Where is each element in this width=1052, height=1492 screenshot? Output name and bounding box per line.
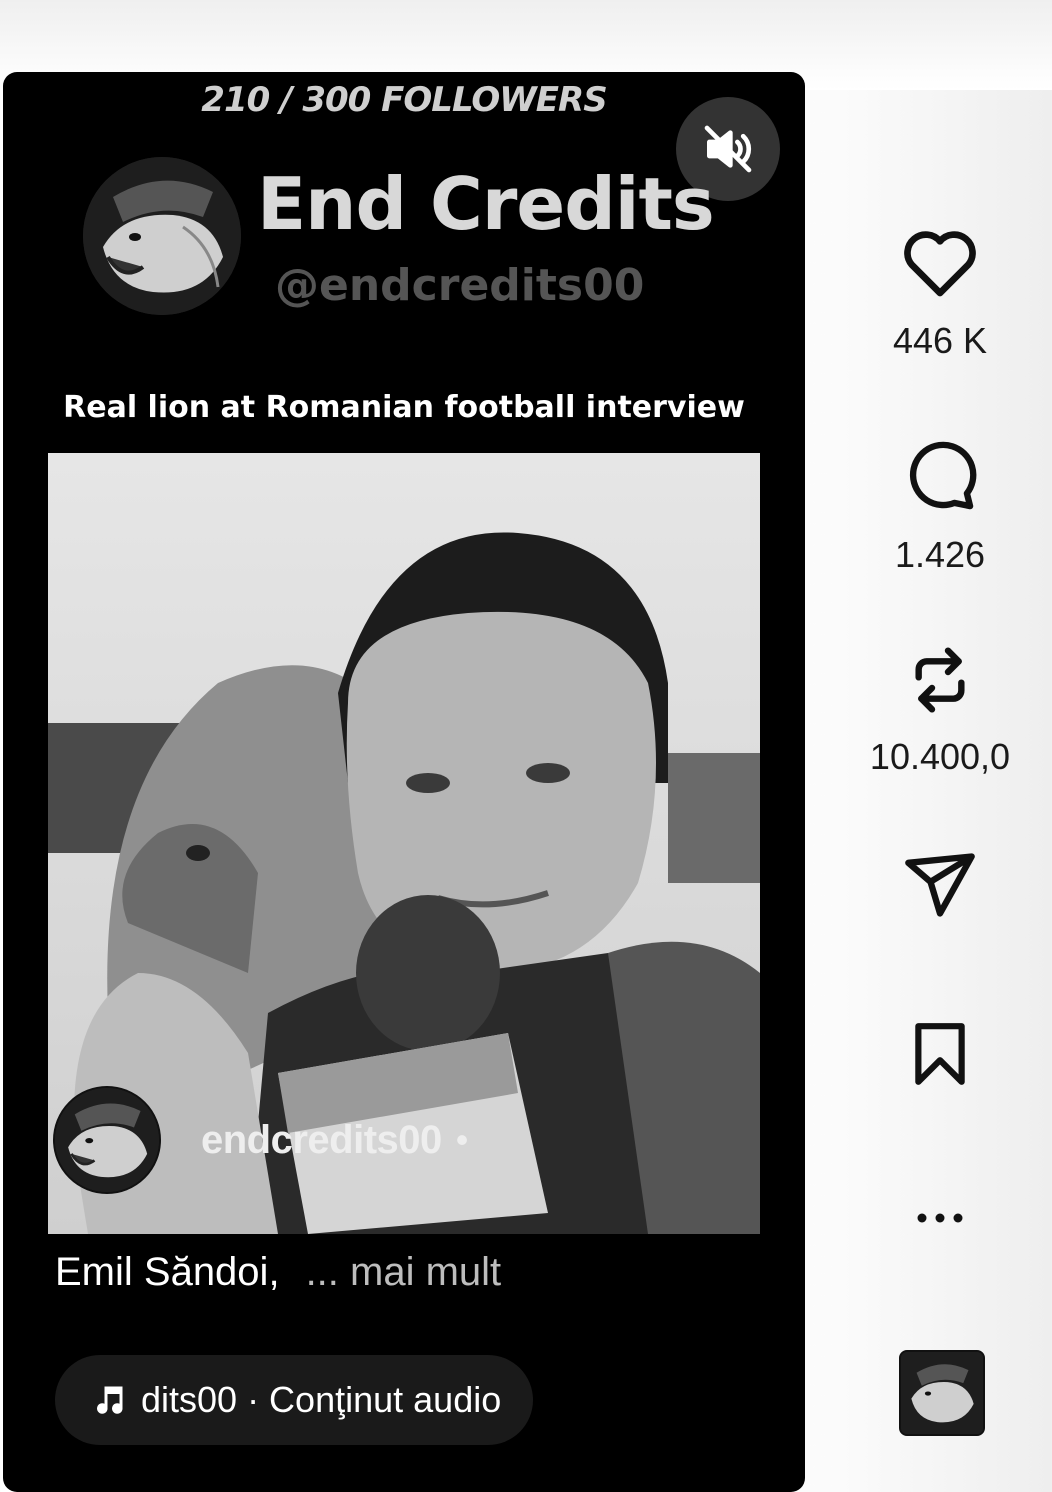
caption-more-link[interactable]: ... mai mult [306, 1250, 502, 1294]
repost-action[interactable]: 10.400,0 [850, 644, 1030, 778]
repost-icon[interactable] [908, 644, 972, 716]
paper-plane-icon[interactable] [902, 850, 978, 920]
video-title: Real lion at Romanian football interview [63, 390, 745, 425]
comment-action[interactable]: 1.426 [850, 438, 1030, 576]
audio-thumbnail[interactable] [899, 1350, 985, 1436]
like-action[interactable]: 446 K [850, 226, 1030, 362]
music-note-icon [97, 1386, 123, 1414]
save-action[interactable] [850, 1020, 1030, 1088]
comment-count: 1.426 [894, 534, 986, 575]
caption-text: Emil Săndoi, [55, 1250, 280, 1294]
caption: Emil Săndoi, ... mai mult [55, 1250, 501, 1295]
bookmark-icon[interactable] [909, 1020, 971, 1088]
comment-bubble-icon[interactable] [901, 438, 979, 514]
more-action[interactable] [850, 1208, 1030, 1228]
more-dots-icon[interactable] [910, 1208, 970, 1228]
repost-count: 10.400,0 [869, 736, 1011, 777]
like-count: 446 K [892, 320, 988, 361]
action-rail: 446 K 1.426 10.400,0 [850, 0, 1030, 1483]
reel-card[interactable]: 210 / 300 FOLLOWERS End Credits @endcred… [3, 72, 805, 1492]
audio-label: dits00 · Conţinut audio [141, 1379, 502, 1420]
followers-banner: 210 / 300 FOLLOWERS [201, 80, 607, 120]
overlay-username[interactable]: endcredits00 [201, 1118, 442, 1163]
channel-avatar[interactable] [83, 157, 241, 315]
video-overlay-author[interactable]: endcredits00 • [53, 1086, 468, 1194]
overlay-avatar[interactable] [53, 1086, 161, 1194]
channel-name: End Credits [257, 162, 715, 246]
overlay-separator: • [455, 1119, 469, 1160]
channel-handle[interactable]: @endcredits00 [275, 260, 644, 311]
share-action[interactable] [850, 850, 1030, 920]
audio-pill[interactable]: dits00 · Conţinut audio [55, 1355, 533, 1445]
heart-icon[interactable] [900, 226, 980, 300]
